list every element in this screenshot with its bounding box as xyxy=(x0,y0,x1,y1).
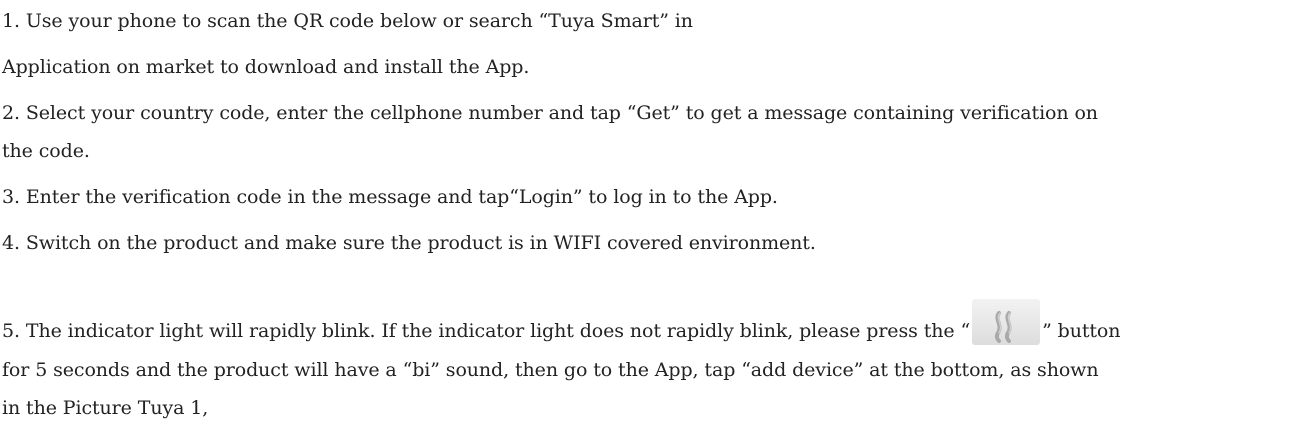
step-2-line-1: 2. Select your country code, enter the c… xyxy=(2,102,1098,124)
step-5-text-after-icon: ” button xyxy=(1042,320,1121,342)
step-1-line-2: Application on market to download and in… xyxy=(2,56,530,78)
step-2-line-2: the code. xyxy=(2,140,90,162)
step-3: 3. Enter the verification code in the me… xyxy=(2,186,778,208)
step-5-line-1: 5. The indicator light will rapidly blin… xyxy=(2,299,1121,345)
step-1-line-1: 1. Use your phone to scan the QR code be… xyxy=(2,10,693,32)
step-5-line-3: in the Picture Tuya 1, xyxy=(2,397,209,419)
step-5-line-2: for 5 seconds and the product will have … xyxy=(2,359,1099,381)
steam-button-icon xyxy=(972,299,1041,345)
step-4: 4. Switch on the product and make sure t… xyxy=(2,232,816,254)
step-5-text-before-icon: 5. The indicator light will rapidly blin… xyxy=(2,320,971,342)
